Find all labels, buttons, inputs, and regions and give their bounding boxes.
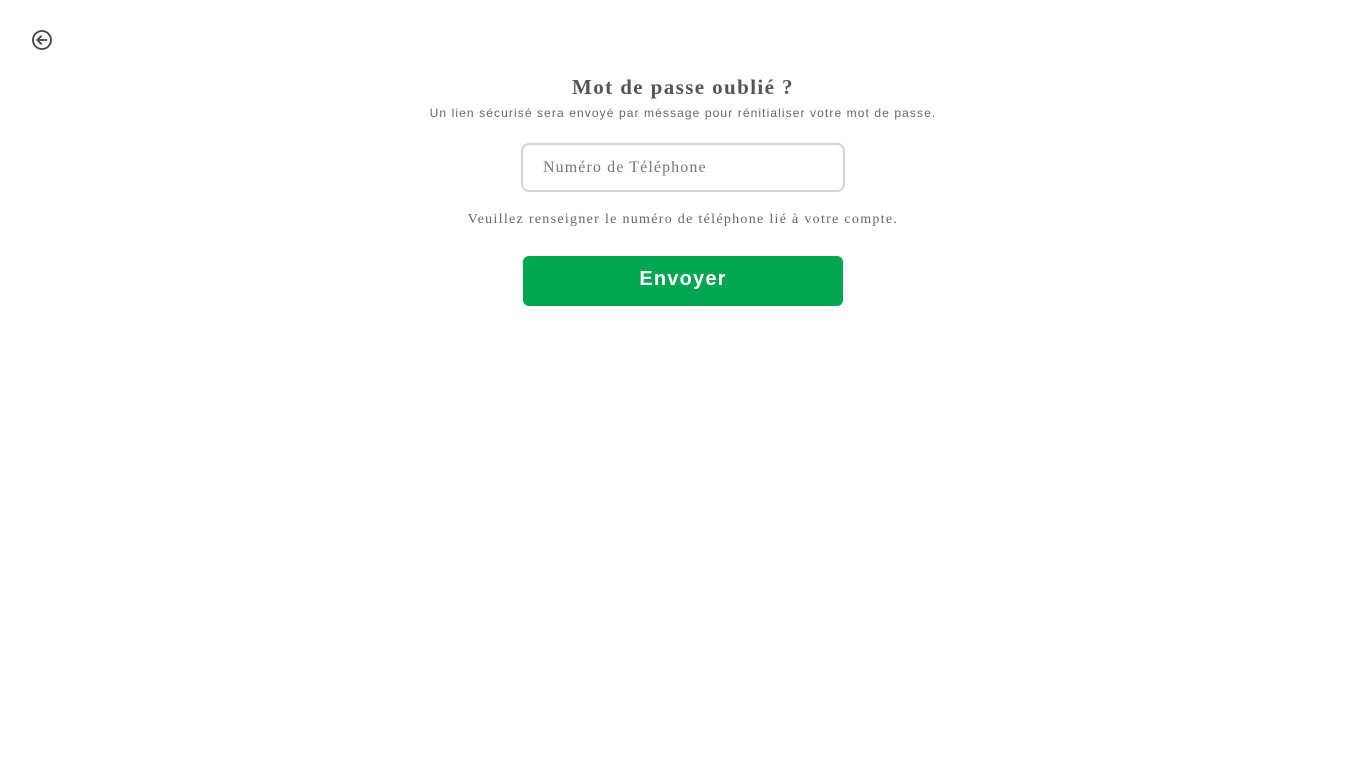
send-button[interactable]: Envoyer [523, 256, 843, 306]
forgot-password-form: Mot de passe oublié ? Un lien sécurisé s… [0, 0, 1366, 306]
page-subtitle: Un lien sécurisé sera envoyé par méssage… [429, 106, 937, 120]
page-title: Mot de passe oublié ? [572, 75, 794, 99]
phone-helper-text: Veuillez renseigner le numéro de télépho… [467, 212, 899, 227]
phone-number-field[interactable] [521, 143, 845, 192]
